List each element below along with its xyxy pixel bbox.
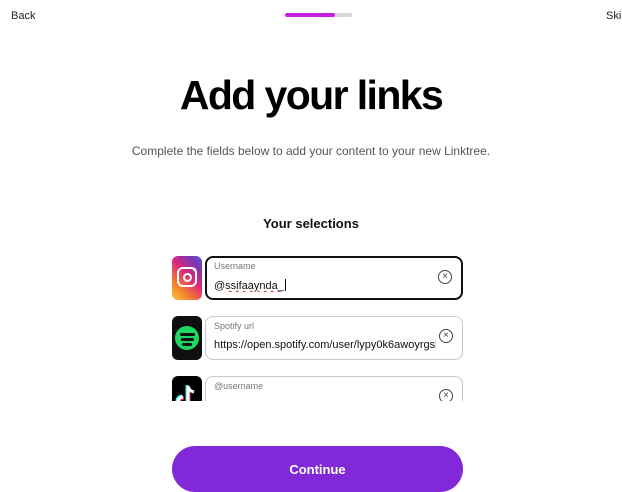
spotify-icon — [172, 316, 202, 360]
links-list[interactable]: Username @ssifaaynda_ × Spotify url http… — [170, 252, 466, 401]
field-value-text: ssifaaynda_ — [225, 280, 284, 292]
at-prefix: @ — [214, 280, 226, 292]
selections-heading: Your selections — [263, 216, 359, 231]
field-label: Spotify url — [214, 321, 255, 331]
tiktok-icon — [172, 376, 202, 401]
skip-button[interactable]: Skip — [606, 10, 622, 22]
instagram-username-field[interactable]: Username @ssifaaynda_ × — [205, 256, 463, 300]
continue-button[interactable]: Continue — [172, 446, 463, 492]
progress-fill — [285, 13, 336, 17]
clear-icon[interactable]: × — [439, 329, 453, 343]
field-label: Username — [214, 261, 256, 271]
tiktok-username-field[interactable]: @username × — [205, 376, 463, 401]
page-title: Add your links — [179, 72, 444, 118]
clear-icon[interactable]: × — [438, 270, 452, 284]
page-subtitle: Complete the fields below to add your co… — [131, 144, 491, 158]
text-caret — [284, 279, 286, 291]
back-button[interactable]: Back — [11, 10, 35, 22]
progress-bar — [285, 13, 352, 17]
link-row-spotify: Spotify url https://open.spotify.com/use… — [170, 312, 466, 360]
link-row-tiktok: @username × — [170, 372, 466, 401]
spotify-url-field[interactable]: Spotify url https://open.spotify.com/use… — [205, 316, 463, 360]
tiktok-username-input[interactable]: @username — [214, 381, 263, 391]
clear-icon[interactable]: × — [439, 389, 453, 401]
instagram-username-input[interactable]: @ssifaaynda_ — [214, 279, 436, 292]
top-bar: Back Skip — [0, 0, 622, 34]
spotify-url-input[interactable]: https://open.spotify.com/user/lypy0k6awo… — [214, 339, 436, 351]
link-row-instagram: Username @ssifaaynda_ × — [170, 252, 466, 300]
instagram-icon — [172, 256, 202, 300]
